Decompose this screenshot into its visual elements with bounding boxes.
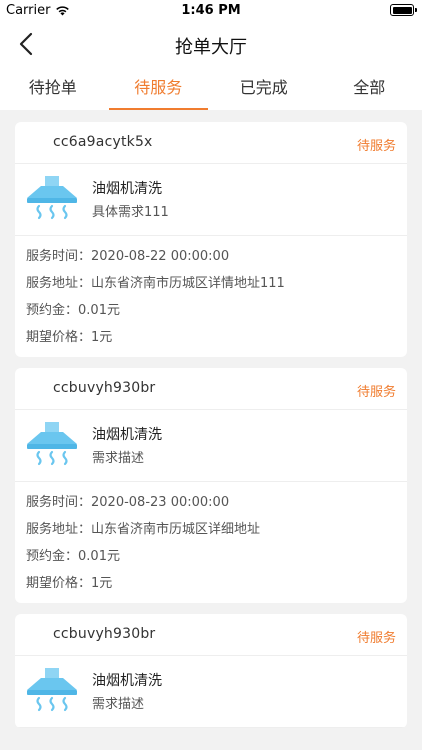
order-service: 油烟机清洗 需求描述 (15, 410, 407, 482)
range-hood-icon (27, 176, 77, 220)
order-status-badge: 待服务 (356, 385, 396, 400)
order-status-badge: 待服务 (356, 139, 396, 154)
range-hood-icon (27, 422, 77, 466)
nav-bar: 抢单大厅 (0, 22, 422, 66)
service-name: 油烟机清洗 (92, 427, 162, 443)
service-time-row: 服务时间：2020-08-22 00:00:00 (26, 243, 407, 270)
service-name: 油烟机清洗 (92, 181, 162, 197)
service-address-value: 山东省济南市历城区详情地址111 (91, 276, 285, 291)
service-address-row: 服务地址：山东省济南市历城区详细地址 (26, 516, 407, 543)
expected-price-row: 期望价格：1元 (26, 570, 407, 597)
service-time-value: 2020-08-23 00:00:00 (91, 495, 230, 510)
deposit-row: 预约金：0.01元 (26, 297, 407, 324)
order-card[interactable]: ccbuvyh930br 待服务 油烟机清洗 需求描述 (15, 614, 407, 728)
deposit-label: 预约金： (26, 303, 79, 318)
status-time: 1:46 PM (181, 3, 241, 18)
expected-price-value: 1元 (91, 330, 113, 345)
service-address-row: 服务地址：山东省济南市历城区详情地址111 (26, 270, 407, 297)
service-description: 需求描述 (92, 451, 145, 466)
order-number: cc6a9acytk5x (53, 134, 153, 150)
order-service: 油烟机清洗 具体需求111 (15, 164, 407, 236)
screen: Carrier 1:46 PM 抢单大厅 待抢单 待服务 已完成 全部 cc6a… (0, 0, 422, 750)
order-number: ccbuvyh930br (53, 626, 156, 642)
deposit-row: 预约金：0.01元 (26, 543, 407, 570)
order-status-badge: 待服务 (356, 631, 396, 646)
service-time-row: 服务时间：2020-08-23 00:00:00 (26, 489, 407, 516)
order-service: 油烟机清洗 需求描述 (15, 656, 407, 728)
tab-pending-grab[interactable]: 待抢单 (0, 66, 106, 110)
tab-bar: 待抢单 待服务 已完成 全部 (0, 66, 422, 110)
service-description: 需求描述 (92, 697, 145, 712)
order-card-header: ccbuvyh930br 待服务 (15, 368, 407, 410)
order-details: 服务时间：2020-08-23 00:00:00 服务地址：山东省济南市历城区详… (15, 482, 407, 603)
order-card[interactable]: cc6a9acytk5x 待服务 油烟机清洗 具体需求111 服务时间：2020… (15, 122, 407, 357)
tab-all[interactable]: 全部 (317, 66, 422, 110)
service-address-label: 服务地址： (26, 276, 92, 291)
service-time-label: 服务时间： (26, 495, 92, 510)
deposit-label: 预约金： (26, 549, 79, 564)
expected-price-row: 期望价格：1元 (26, 324, 407, 351)
service-address-label: 服务地址： (26, 522, 92, 537)
service-time-value: 2020-08-22 00:00:00 (91, 249, 230, 264)
tab-pending-service[interactable]: 待服务 (106, 66, 212, 110)
order-card-header: cc6a9acytk5x 待服务 (15, 122, 407, 164)
service-time-label: 服务时间： (26, 249, 92, 264)
deposit-value: 0.01元 (78, 303, 120, 318)
range-hood-icon (27, 668, 77, 712)
order-list: cc6a9acytk5x 待服务 油烟机清洗 具体需求111 服务时间：2020… (0, 110, 422, 728)
page-title: 抢单大厅 (175, 37, 247, 58)
battery-icon (390, 4, 417, 16)
order-card[interactable]: ccbuvyh930br 待服务 油烟机清洗 需求描述 服务时间：2020-08… (15, 368, 407, 603)
order-number: ccbuvyh930br (53, 380, 156, 396)
order-card-header: ccbuvyh930br 待服务 (15, 614, 407, 656)
service-name: 油烟机清洗 (92, 673, 162, 689)
deposit-value: 0.01元 (78, 549, 120, 564)
expected-price-label: 期望价格： (26, 330, 92, 345)
order-details: 服务时间：2020-08-22 00:00:00 服务地址：山东省济南市历城区详… (15, 236, 407, 357)
service-address-value: 山东省济南市历城区详细地址 (91, 522, 261, 537)
expected-price-label: 期望价格： (26, 576, 92, 591)
status-bar: Carrier 1:46 PM (0, 0, 422, 22)
service-description: 具体需求111 (92, 205, 169, 220)
expected-price-value: 1元 (91, 576, 113, 591)
tab-completed[interactable]: 已完成 (211, 66, 317, 110)
